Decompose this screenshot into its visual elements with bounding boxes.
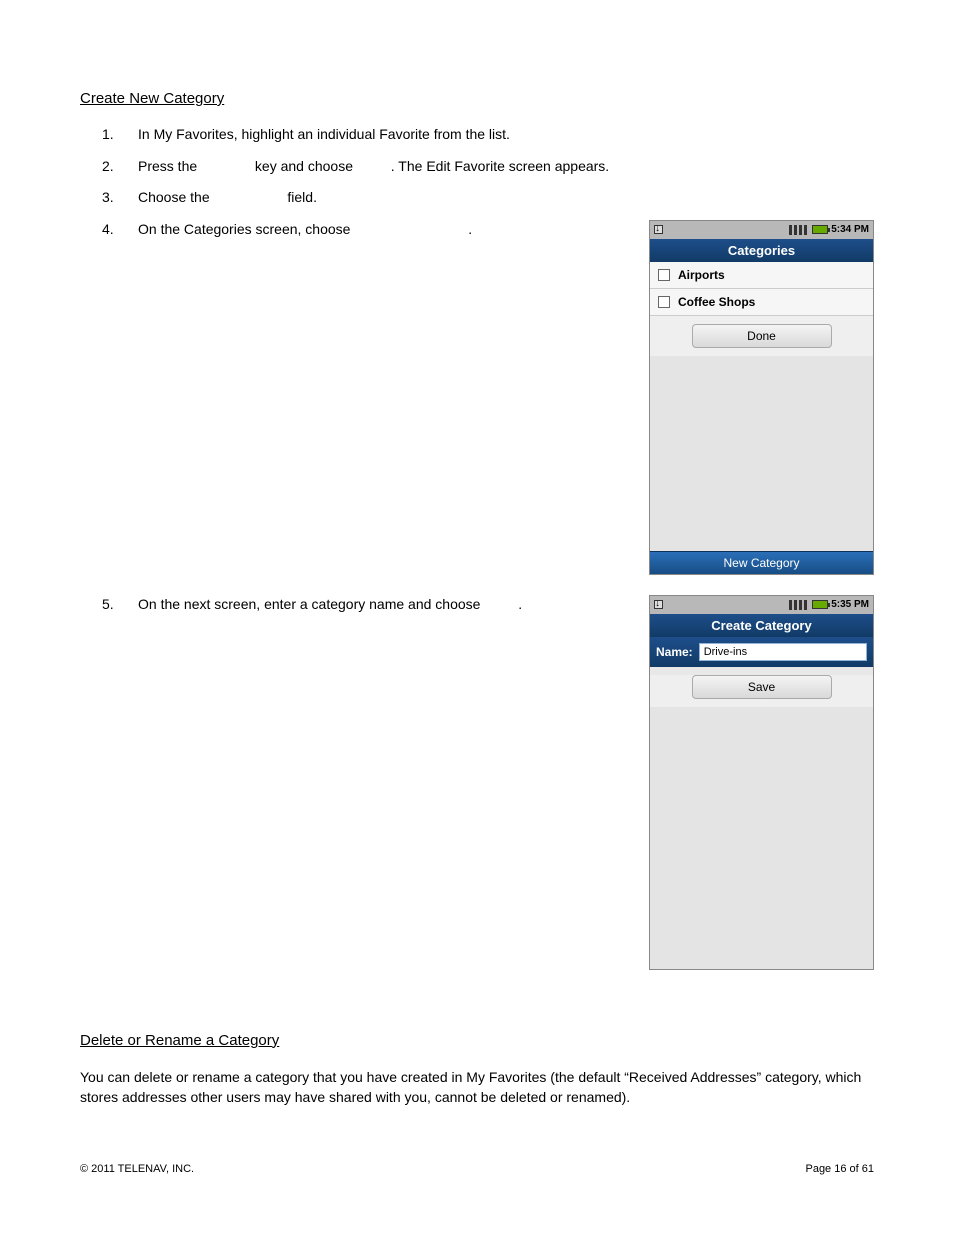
- signal-icon: [789, 600, 809, 610]
- step-text: Press the key and choose . The Edit Favo…: [138, 157, 609, 177]
- category-label: Airports: [678, 268, 725, 282]
- step-text: On the Categories screen, choose .: [138, 220, 472, 240]
- category-list: Airports Coffee Shops Done: [650, 262, 873, 551]
- step-4-row: 4. On the Categories screen, choose .: [80, 220, 874, 575]
- step-5: 5. On the next screen, enter a category …: [102, 595, 629, 615]
- phone-screenshot-create-category: 5:35 PM Create Category Name: Drive-ins …: [649, 595, 874, 970]
- download-icon: [654, 225, 663, 234]
- battery-icon: [812, 600, 828, 609]
- signal-icon: [789, 225, 809, 235]
- step-3: 3. Choose the field.: [102, 188, 874, 208]
- heading-delete-rename: Delete or Rename a Category: [80, 1032, 874, 1049]
- steps-list: 1. In My Favorites, highlight an individ…: [102, 125, 874, 208]
- status-bar: 5:34 PM: [650, 221, 873, 239]
- checkbox-icon[interactable]: [658, 296, 670, 308]
- save-button[interactable]: Save: [692, 675, 832, 699]
- category-row-airports[interactable]: Airports: [650, 262, 873, 289]
- download-icon: [654, 600, 663, 609]
- checkbox-icon[interactable]: [658, 269, 670, 281]
- category-row-coffee-shops[interactable]: Coffee Shops: [650, 289, 873, 316]
- step-number: 3.: [102, 188, 120, 208]
- copyright-text: © 2011 TELENAV, INC.: [80, 1163, 194, 1175]
- step-1: 1. In My Favorites, highlight an individ…: [102, 125, 874, 145]
- document-page: Create New Category 1. In My Favorites, …: [0, 0, 954, 1235]
- step-number: 5.: [102, 595, 120, 615]
- step-2: 2. Press the key and choose . The Edit F…: [102, 157, 874, 177]
- delete-rename-paragraph: You can delete or rename a category that…: [80, 1067, 874, 1108]
- step-number: 4.: [102, 220, 120, 240]
- category-label: Coffee Shops: [678, 295, 755, 309]
- step-number: 2.: [102, 157, 120, 177]
- step-number: 1.: [102, 125, 120, 145]
- section-delete-rename: Delete or Rename a Category You can dele…: [80, 1032, 874, 1108]
- screen-title: Create Category: [650, 614, 873, 637]
- step-text: In My Favorites, highlight an individual…: [138, 125, 510, 145]
- step-5-row: 5. On the next screen, enter a category …: [80, 595, 874, 970]
- step-text: On the next screen, enter a category nam…: [138, 595, 522, 615]
- name-label: Name:: [656, 645, 693, 659]
- status-bar: 5:35 PM: [650, 596, 873, 614]
- page-number: Page 16 of 61: [805, 1163, 874, 1175]
- phone-screenshot-categories: 5:34 PM Categories Airports Coffee Shops…: [649, 220, 874, 575]
- step-4: 4. On the Categories screen, choose .: [102, 220, 629, 240]
- clock-text: 5:35 PM: [831, 599, 869, 610]
- done-button[interactable]: Done: [692, 324, 832, 348]
- new-category-button[interactable]: New Category: [650, 551, 873, 574]
- step-text: Choose the field.: [138, 188, 317, 208]
- name-field-row: Name: Drive-ins: [650, 637, 873, 667]
- name-input[interactable]: Drive-ins: [699, 643, 867, 661]
- screen-title: Categories: [650, 239, 873, 262]
- heading-create-new-category: Create New Category: [80, 90, 874, 107]
- clock-text: 5:34 PM: [831, 224, 869, 235]
- page-footer: © 2011 TELENAV, INC. Page 16 of 61: [80, 1163, 874, 1175]
- battery-icon: [812, 225, 828, 234]
